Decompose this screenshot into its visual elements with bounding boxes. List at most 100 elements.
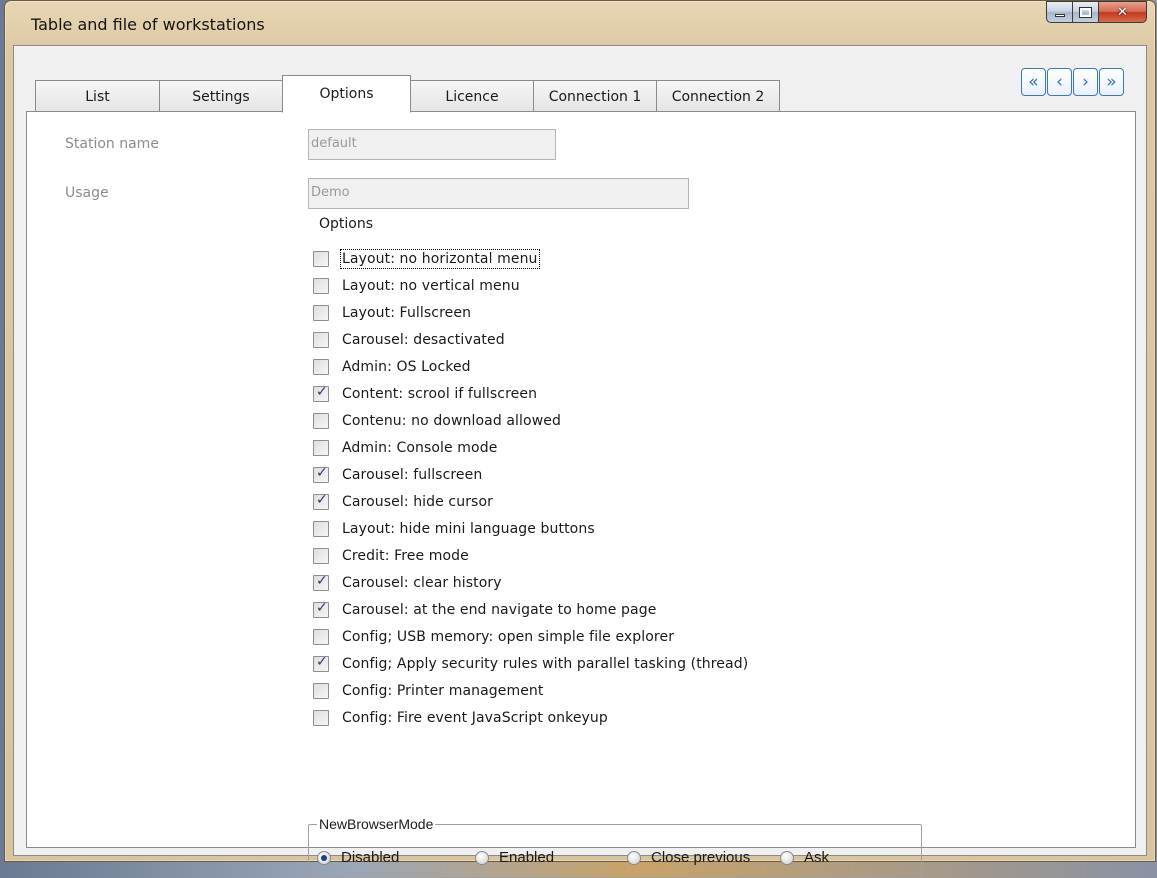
tab-connection-1[interactable]: Connection 1 — [533, 80, 657, 112]
option-label: Layout: no vertical menu — [342, 277, 520, 294]
last-record-button[interactable]: » — [1099, 68, 1124, 96]
close-icon: ✕ — [1117, 4, 1128, 20]
checkbox[interactable] — [313, 412, 329, 429]
option-label: Credit: Free mode — [342, 547, 469, 564]
group-legend: NewBrowserMode — [317, 816, 436, 832]
option-item[interactable]: Layout: hide mini language buttons — [313, 515, 748, 542]
window-controls: ✕ — [1046, 1, 1147, 23]
close-button[interactable]: ✕ — [1099, 1, 1147, 23]
option-item[interactable]: Config: Fire event JavaScript onkeyup — [313, 704, 748, 731]
option-item[interactable]: Credit: Free mode — [313, 542, 748, 569]
option-item[interactable]: Carousel: at the end navigate to home pa… — [313, 596, 748, 623]
title-bar[interactable]: Table and file of workstations ✕ — [5, 1, 1155, 45]
tab-connection-2[interactable]: Connection 2 — [656, 80, 780, 112]
tab-label: Licence — [445, 88, 499, 105]
checkbox[interactable] — [313, 277, 329, 294]
options-panel: Station name default Usage Demo Options … — [26, 111, 1136, 878]
radio-label: Ask — [804, 849, 830, 866]
option-item[interactable]: Carousel: fullscreen — [313, 461, 748, 488]
options-list: Layout: no horizontal menu Layout: no ve… — [313, 245, 748, 731]
checkbox[interactable] — [313, 331, 329, 348]
tab-label: Connection 2 — [671, 88, 765, 105]
option-label: Carousel: hide cursor — [342, 493, 493, 510]
option-item[interactable]: Config; Apply security rules with parall… — [313, 650, 748, 677]
chevron-right-icon: › — [1082, 72, 1089, 92]
first-record-button[interactable]: « — [1021, 68, 1046, 96]
radio-button[interactable] — [780, 850, 794, 865]
option-item[interactable]: Carousel: desactivated — [313, 326, 748, 353]
option-label: Admin: Console mode — [342, 439, 498, 456]
checkbox[interactable] — [313, 465, 329, 483]
checkbox[interactable] — [313, 304, 329, 321]
radio-label: Disabled — [341, 849, 400, 866]
maximize-icon — [1079, 6, 1092, 18]
radio-close-previous[interactable]: Close previous — [627, 849, 750, 866]
tab-options[interactable]: Options — [282, 75, 411, 113]
checkbox[interactable] — [313, 654, 329, 672]
option-item[interactable]: Config: Printer management — [313, 677, 748, 704]
minimize-button[interactable] — [1046, 1, 1073, 23]
option-label: Carousel: at the end navigate to home pa… — [342, 601, 657, 618]
option-item[interactable]: Layout: no vertical menu — [313, 272, 748, 299]
radio-button[interactable] — [317, 850, 331, 865]
radio-enabled[interactable]: Enabled — [475, 849, 554, 866]
tab-settings[interactable]: Settings — [159, 80, 283, 112]
app-window: Table and file of workstations ✕ List Se… — [4, 0, 1156, 878]
tab-label: Settings — [192, 88, 250, 105]
checkbox[interactable] — [313, 384, 329, 402]
station-name-label: Station name — [65, 136, 159, 152]
radio-disabled[interactable]: Disabled — [317, 849, 399, 866]
option-item[interactable]: Layout: no horizontal menu — [313, 245, 748, 272]
checkbox[interactable] — [313, 250, 329, 267]
checkbox[interactable] — [313, 682, 329, 699]
option-item[interactable]: Config; USB memory: open simple file exp… — [313, 623, 748, 650]
option-label: Carousel: clear history — [342, 574, 502, 591]
radio-button[interactable] — [475, 850, 489, 865]
client-area: List Settings Options Licence Connection… — [13, 45, 1147, 878]
option-item[interactable]: Contenu: no download allowed — [313, 407, 748, 434]
double-chevron-right-icon: » — [1106, 72, 1117, 92]
option-label: Layout: Fullscreen — [342, 304, 472, 321]
next-record-button[interactable]: › — [1073, 68, 1098, 96]
checkbox[interactable] — [313, 600, 329, 618]
option-item[interactable]: Content: scrool if fullscreen — [313, 380, 748, 407]
option-label: Layout: hide mini language buttons — [342, 520, 595, 537]
option-label: Config; USB memory: open simple file exp… — [342, 628, 675, 645]
radio-label: Close previous — [651, 849, 751, 866]
option-label: Config: Printer management — [342, 682, 544, 699]
option-label: Carousel: fullscreen — [342, 466, 483, 483]
chevron-left-icon: ‹ — [1056, 72, 1063, 92]
option-item[interactable]: Admin: OS Locked — [313, 353, 748, 380]
usage-field[interactable]: Demo — [308, 178, 689, 209]
checkbox[interactable] — [313, 520, 329, 537]
radio-button[interactable] — [627, 850, 641, 865]
maximize-button[interactable] — [1073, 1, 1099, 23]
station-name-field[interactable]: default — [308, 129, 556, 160]
option-item[interactable]: Admin: Console mode — [313, 434, 748, 461]
double-chevron-left-icon: « — [1028, 72, 1039, 92]
tab-licence[interactable]: Licence — [410, 80, 534, 112]
tab-list[interactable]: List — [35, 80, 160, 112]
option-label: Config; Apply security rules with parall… — [342, 655, 749, 672]
option-label: Carousel: desactivated — [342, 331, 505, 348]
checkbox[interactable] — [313, 358, 329, 375]
checkbox[interactable] — [313, 439, 329, 456]
checkbox[interactable] — [313, 547, 329, 564]
checkbox[interactable] — [313, 492, 329, 510]
checkbox[interactable] — [313, 709, 329, 726]
option-label: Admin: OS Locked — [342, 358, 471, 375]
option-item[interactable]: Carousel: clear history — [313, 569, 748, 596]
record-navigation: « ‹ › » — [1021, 68, 1124, 96]
checkbox[interactable] — [313, 573, 329, 591]
option-label: Layout: no horizontal menu — [340, 248, 540, 269]
checkbox[interactable] — [313, 628, 329, 645]
radio-label: Enabled — [499, 849, 555, 866]
option-label: Content: scrool if fullscreen — [342, 385, 538, 402]
option-item[interactable]: Layout: Fullscreen — [313, 299, 748, 326]
window-title: Table and file of workstations — [31, 15, 265, 34]
option-item[interactable]: Carousel: hide cursor — [313, 488, 748, 515]
option-label: Config: Fire event JavaScript onkeyup — [342, 709, 608, 726]
tab-label: Options — [319, 86, 374, 102]
previous-record-button[interactable]: ‹ — [1047, 68, 1072, 96]
radio-ask[interactable]: Ask — [780, 849, 829, 866]
